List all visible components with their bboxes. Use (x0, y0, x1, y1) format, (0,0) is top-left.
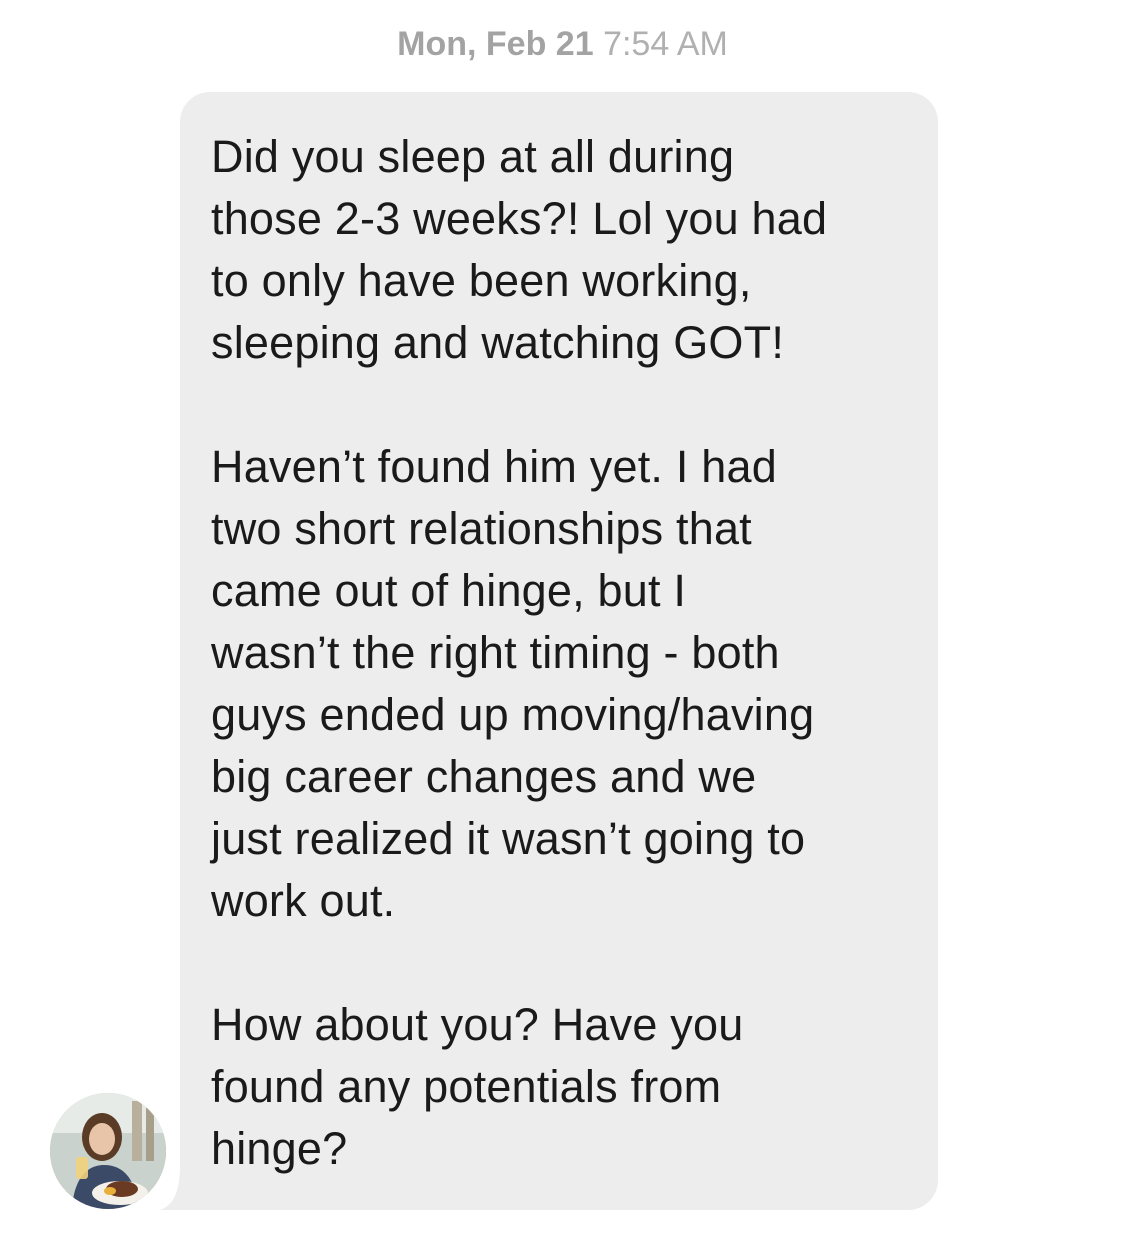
message-line: wasn’t the right timing - both (211, 627, 780, 678)
message-line: Haven’t found him yet. I had (211, 441, 777, 492)
timestamp-date: Mon, Feb 21 (397, 25, 594, 63)
message-line: those 2-3 weeks?! Lol you had (211, 193, 828, 244)
message-line: found any potentials from (211, 1061, 722, 1112)
message-line: sleeping and watching GOT! (211, 317, 785, 368)
message-line: guys ended up moving/having (211, 689, 815, 740)
message-line: two short relationships that (211, 503, 752, 554)
timestamp-time: 7:54 AM (603, 25, 728, 63)
message-timestamp: Mon, Feb 21 7:54 AM (0, 22, 1125, 66)
message-line: came out of hinge, but I (211, 565, 687, 616)
message-line: How about you? Have you (211, 999, 744, 1050)
avatar-photo-icon (50, 1093, 166, 1209)
message-paragraph-1: Did you sleep at all during those 2-3 we… (211, 126, 910, 374)
sender-avatar[interactable] (48, 1091, 168, 1211)
message-paragraph-3: How about you? Have you found any potent… (211, 994, 910, 1180)
message-line: hinge? (211, 1123, 348, 1174)
received-message-bubble[interactable]: Did you sleep at all during those 2-3 we… (180, 92, 938, 1210)
message-line: big career changes and we (211, 751, 757, 802)
message-line: Did you sleep at all during (211, 131, 735, 182)
message-line: just realized it wasn’t going to (211, 813, 806, 864)
message-line: work out. (211, 875, 396, 926)
message-line: to only have been working, (211, 255, 752, 306)
message-paragraph-2: Haven’t found him yet. I had two short r… (211, 436, 910, 932)
